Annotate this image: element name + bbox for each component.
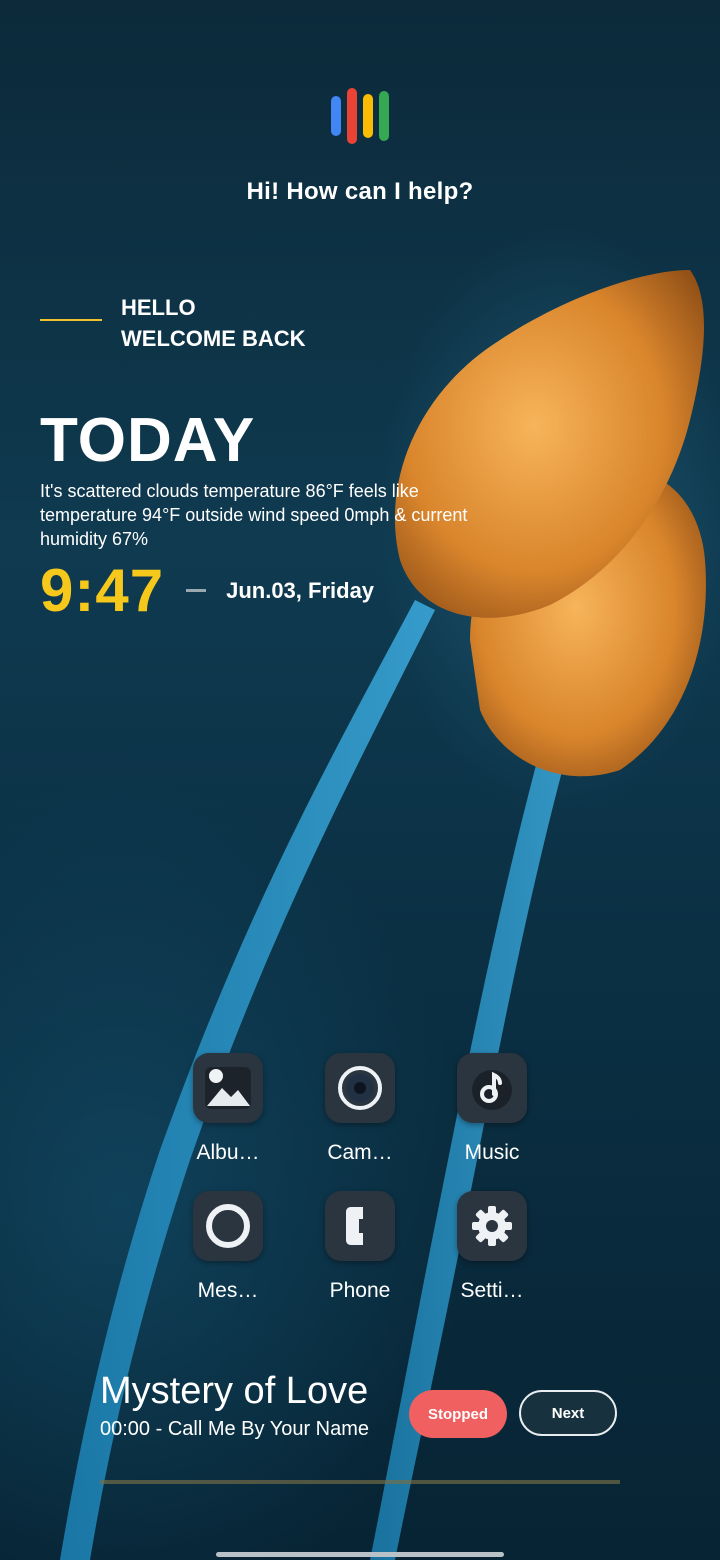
message-icon: [193, 1191, 263, 1261]
greeting-line-1: HELLO: [121, 295, 196, 320]
gear-icon: [457, 1191, 527, 1261]
app-label-messages: Mes…: [197, 1279, 259, 1302]
gallery-icon: [193, 1053, 263, 1123]
music-icon: [457, 1053, 527, 1123]
clock-time[interactable]: 9:47: [40, 556, 164, 625]
app-phone[interactable]: Phone: [310, 1191, 410, 1303]
weather-summary: It's scattered clouds temperature 86°F f…: [40, 481, 468, 549]
today-heading: TODAY: [40, 406, 256, 475]
app-label-music: Music: [464, 1141, 520, 1164]
stopped-button[interactable]: Stopped: [409, 1390, 507, 1438]
assistant-bar-yellow: [363, 94, 373, 138]
app-grid: Albu… Cam… Music Mes… Phone Setti…: [178, 1053, 542, 1303]
app-music[interactable]: Music: [442, 1053, 542, 1165]
greeting-line-2: WELCOME BACK: [121, 326, 306, 351]
assistant-bars-icon: [331, 88, 389, 144]
app-album[interactable]: Albu…: [178, 1053, 278, 1165]
assistant-bar-green: [379, 91, 389, 141]
clock-divider: [186, 589, 207, 592]
assistant-bar-red: [347, 88, 357, 144]
app-settings[interactable]: Setti…: [442, 1191, 542, 1303]
clock-row: 9:47 Jun.03, Friday: [40, 556, 374, 625]
assistant-prompt: Hi! How can I help?: [246, 178, 474, 205]
app-camera[interactable]: Cam…: [310, 1053, 410, 1165]
app-label-camera: Cam…: [327, 1141, 393, 1164]
home-indicator[interactable]: [216, 1552, 504, 1557]
app-label-album: Albu…: [196, 1141, 260, 1164]
song-title: Mystery of Love: [100, 1370, 369, 1412]
next-button[interactable]: Next: [519, 1390, 617, 1436]
voice-assistant[interactable]: Hi! How can I help?: [0, 88, 720, 206]
app-label-phone: Phone: [329, 1279, 391, 1302]
phone-icon: [325, 1191, 395, 1261]
camera-icon: [325, 1053, 395, 1123]
greeting-accent-line: [40, 319, 102, 321]
assistant-bar-blue: [331, 96, 341, 136]
clock-date[interactable]: Jun.03, Friday: [226, 578, 374, 604]
tulip-wallpaper: [60, 270, 706, 1560]
app-label-settings: Setti…: [460, 1279, 524, 1302]
song-subtitle: 00:00 - Call Me By Your Name: [100, 1418, 370, 1440]
app-messages[interactable]: Mes…: [178, 1191, 278, 1303]
music-progress-bar[interactable]: [100, 1480, 620, 1484]
